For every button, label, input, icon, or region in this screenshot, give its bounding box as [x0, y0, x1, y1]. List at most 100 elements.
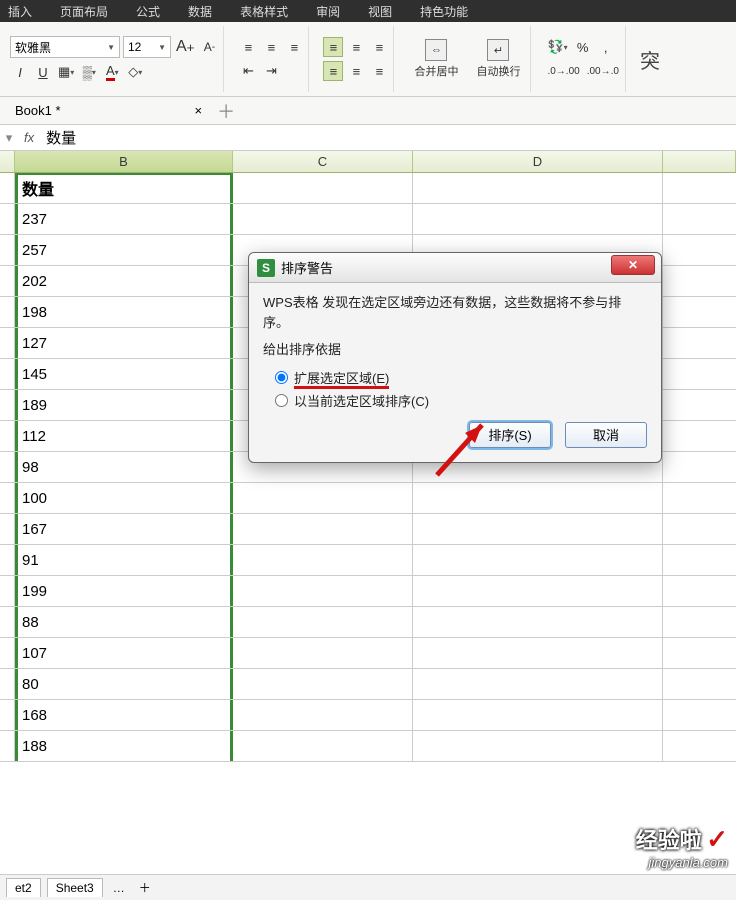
- cell-c[interactable]: [233, 576, 413, 606]
- cell-rest[interactable]: [663, 731, 736, 761]
- cell-rest[interactable]: [663, 576, 736, 606]
- cell-b[interactable]: 80: [15, 669, 233, 699]
- cell-rest[interactable]: [663, 700, 736, 730]
- cell-c[interactable]: [233, 638, 413, 668]
- menu-insert[interactable]: 插入: [8, 3, 32, 20]
- formula-input[interactable]: 数量: [40, 127, 736, 148]
- cell-c[interactable]: [233, 514, 413, 544]
- cell-c[interactable]: [233, 483, 413, 513]
- cell-b[interactable]: 107: [15, 638, 233, 668]
- dialog-titlebar[interactable]: S 排序警告 ✕: [249, 253, 661, 283]
- cell-b[interactable]: 88: [15, 607, 233, 637]
- radio-expand-selection[interactable]: 扩展选定区域(E): [275, 368, 647, 387]
- align-left-button[interactable]: ≡: [323, 37, 343, 57]
- col-header-b[interactable]: B: [15, 151, 233, 172]
- col-header-c[interactable]: C: [233, 151, 413, 172]
- cell-b[interactable]: 189: [15, 390, 233, 420]
- font-size-select[interactable]: 12 ▼: [123, 36, 171, 58]
- cell-c[interactable]: [233, 607, 413, 637]
- cell-d[interactable]: [413, 173, 663, 203]
- cell-b[interactable]: 145: [15, 359, 233, 389]
- cell-c[interactable]: [233, 700, 413, 730]
- cell-rest[interactable]: [663, 173, 736, 203]
- cancel-button[interactable]: 取消: [565, 422, 647, 448]
- cell-rest[interactable]: [663, 514, 736, 544]
- document-tab[interactable]: Book1 *: [6, 100, 70, 121]
- radio-expand-input[interactable]: [275, 371, 288, 384]
- align-top-button[interactable]: ≡: [238, 37, 258, 57]
- menu-data[interactable]: 数据: [188, 3, 212, 20]
- indent-decrease-button[interactable]: ⇤: [238, 61, 258, 81]
- font-name-select[interactable]: 软雅黑 ▼: [10, 36, 120, 58]
- cell-b[interactable]: 257: [15, 235, 233, 265]
- cell-b[interactable]: 127: [15, 328, 233, 358]
- currency-button[interactable]: 💱▾: [545, 37, 569, 57]
- menu-review[interactable]: 审阅: [316, 3, 340, 20]
- radio-current-input[interactable]: [275, 394, 288, 407]
- font-color-button[interactable]: A▾: [102, 62, 122, 82]
- cell-d[interactable]: [413, 483, 663, 513]
- percent-button[interactable]: %: [573, 37, 593, 57]
- cell-d[interactable]: [413, 204, 663, 234]
- sheet-add-button[interactable]: ＋: [135, 879, 155, 896]
- menu-formula[interactable]: 公式: [136, 3, 160, 20]
- border-button[interactable]: ▦▾: [56, 62, 76, 82]
- italic-button[interactable]: I: [10, 62, 30, 82]
- radio-current-selection[interactable]: 以当前选定区域排序(C): [275, 391, 647, 410]
- cell-c[interactable]: [233, 545, 413, 575]
- align-right-button[interactable]: ≡: [369, 37, 389, 57]
- wrap-text-button[interactable]: ↵ 自动换行: [470, 26, 526, 92]
- cell-b[interactable]: 199: [15, 576, 233, 606]
- underline-button[interactable]: U: [33, 62, 53, 82]
- cell-c[interactable]: [233, 669, 413, 699]
- cell-rest[interactable]: [663, 328, 736, 358]
- cell-b[interactable]: 91: [15, 545, 233, 575]
- cell-b-header[interactable]: 数量: [15, 173, 233, 203]
- menu-view[interactable]: 视图: [368, 3, 392, 20]
- cell-d[interactable]: [413, 545, 663, 575]
- indent-increase-button[interactable]: ⇥: [261, 61, 281, 81]
- align-center-2-button[interactable]: ≡: [346, 61, 366, 81]
- clear-format-button[interactable]: ◇▾: [125, 62, 145, 82]
- cell-b[interactable]: 188: [15, 731, 233, 761]
- cell-rest[interactable]: [663, 483, 736, 513]
- fill-color-button[interactable]: ▒▾: [79, 62, 99, 82]
- cell-c[interactable]: [233, 731, 413, 761]
- align-left-2-button[interactable]: ≡: [323, 61, 343, 81]
- cell-rest[interactable]: [663, 452, 736, 482]
- menu-special[interactable]: 持色功能: [420, 3, 468, 20]
- cell-rest[interactable]: [663, 204, 736, 234]
- add-tab-button[interactable]: ＋: [217, 98, 235, 124]
- col-header-rest[interactable]: [663, 151, 736, 172]
- sheet-tab-3[interactable]: Sheet3: [47, 878, 103, 897]
- col-header-edge[interactable]: [0, 151, 15, 172]
- cell-rest[interactable]: [663, 266, 736, 296]
- cell-d[interactable]: [413, 638, 663, 668]
- cell-c[interactable]: [233, 173, 413, 203]
- sheet-more-button[interactable]: …: [109, 881, 129, 895]
- close-tab-button[interactable]: ×: [186, 100, 212, 121]
- cell-rest[interactable]: [663, 638, 736, 668]
- cell-rest[interactable]: [663, 235, 736, 265]
- increase-font-button[interactable]: A+: [174, 37, 196, 57]
- col-header-d[interactable]: D: [413, 151, 663, 172]
- cell-rest[interactable]: [663, 390, 736, 420]
- increase-decimal-button[interactable]: .0→.00: [545, 61, 581, 81]
- cell-b[interactable]: 167: [15, 514, 233, 544]
- cell-ref-dropdown[interactable]: ▾: [0, 130, 18, 146]
- cell-b[interactable]: 100: [15, 483, 233, 513]
- cell-b[interactable]: 198: [15, 297, 233, 327]
- cell-b[interactable]: 237: [15, 204, 233, 234]
- decrease-font-button[interactable]: A-: [199, 37, 219, 57]
- cell-b[interactable]: 202: [15, 266, 233, 296]
- align-middle-button[interactable]: ≡: [261, 37, 281, 57]
- cell-rest[interactable]: [663, 669, 736, 699]
- cell-b[interactable]: 112: [15, 421, 233, 451]
- cell-d[interactable]: [413, 607, 663, 637]
- cell-d[interactable]: [413, 669, 663, 699]
- close-button[interactable]: ✕: [611, 255, 655, 275]
- align-bottom-button[interactable]: ≡: [284, 37, 304, 57]
- cell-d[interactable]: [413, 731, 663, 761]
- cell-b[interactable]: 98: [15, 452, 233, 482]
- menu-style[interactable]: 表格样式: [240, 3, 288, 20]
